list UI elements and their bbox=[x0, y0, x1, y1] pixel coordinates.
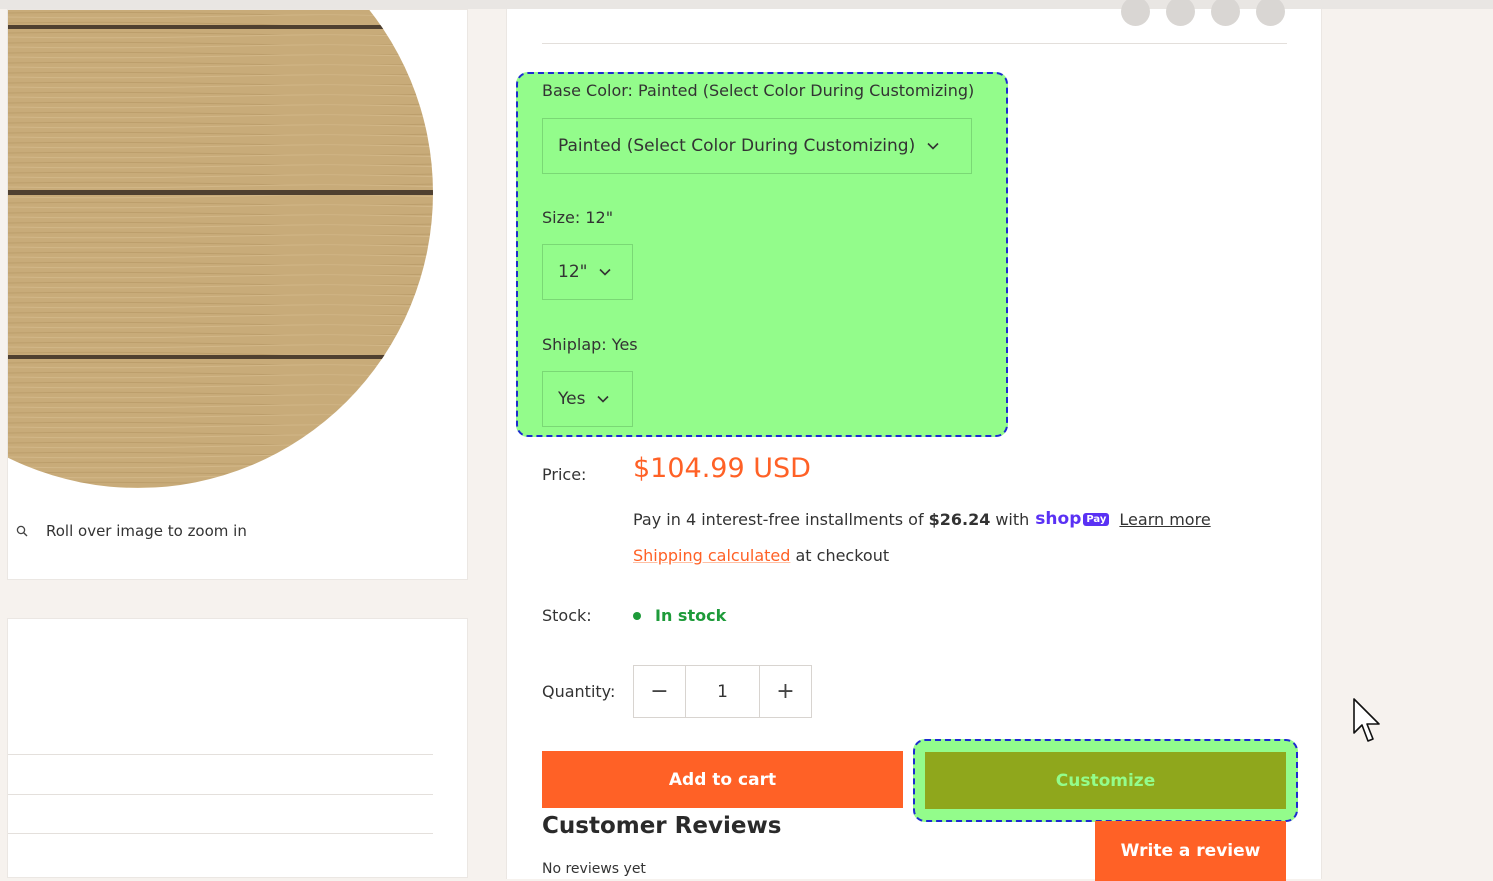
in-stock-dot-icon bbox=[633, 611, 641, 620]
quantity-increase-button[interactable]: + bbox=[760, 666, 811, 717]
size-label: Size: 12" bbox=[542, 208, 614, 227]
write-review-button[interactable]: Write a review bbox=[1095, 821, 1286, 881]
product-form-card: Base Color: Painted (Select Color During… bbox=[506, 0, 1322, 881]
zoom-hint-text: Roll over image to zoom in bbox=[46, 522, 247, 540]
quantity-decrease-button[interactable]: − bbox=[634, 666, 685, 717]
share-buttons bbox=[1121, 0, 1285, 26]
shipping-info: Shipping calculated at checkout bbox=[633, 546, 890, 565]
customize-highlight: Customize bbox=[913, 739, 1298, 822]
share-icon[interactable] bbox=[1121, 0, 1150, 26]
product-info-card bbox=[7, 618, 468, 878]
quantity-stepper: − 1 + bbox=[633, 665, 812, 718]
mouse-cursor-icon bbox=[1353, 698, 1380, 742]
divider bbox=[8, 794, 433, 795]
share-icon[interactable] bbox=[1166, 0, 1195, 26]
base-color-label: Base Color: Painted (Select Color During… bbox=[542, 81, 975, 100]
learn-more-link[interactable]: Learn more bbox=[1119, 510, 1210, 529]
price-label: Price: bbox=[542, 465, 587, 484]
divider bbox=[8, 833, 433, 834]
product-image[interactable] bbox=[8, 10, 468, 490]
customize-button[interactable]: Customize bbox=[925, 752, 1286, 809]
shop-pay-badge: Pay bbox=[1083, 512, 1110, 526]
stock-label: Stock: bbox=[542, 606, 592, 625]
price-value: $104.99 USD bbox=[633, 453, 811, 484]
shiplap-label: Shiplap: Yes bbox=[542, 335, 638, 354]
chevron-down-icon bbox=[927, 142, 939, 150]
share-icon[interactable] bbox=[1211, 0, 1240, 26]
shipping-link[interactable]: Shipping calculated bbox=[633, 546, 790, 565]
stock-status: In stock bbox=[633, 606, 726, 625]
base-color-select[interactable]: Painted (Select Color During Customizing… bbox=[542, 118, 972, 174]
installments-info: Pay in 4 interest-free installments of $… bbox=[633, 509, 1211, 529]
variant-options: Base Color: Painted (Select Color During… bbox=[516, 72, 1008, 437]
share-icon[interactable] bbox=[1256, 0, 1285, 26]
size-select[interactable]: 12" bbox=[542, 244, 633, 300]
shop-pay-logo: shop bbox=[1035, 509, 1082, 529]
divider bbox=[8, 754, 433, 755]
chevron-down-icon bbox=[599, 268, 612, 276]
product-gallery: Roll over image to zoom in bbox=[7, 9, 468, 580]
reviews-title: Customer Reviews bbox=[542, 813, 782, 839]
shiplap-select[interactable]: Yes bbox=[542, 371, 633, 427]
quantity-label: Quantity: bbox=[542, 682, 616, 701]
divider bbox=[542, 43, 1287, 44]
chevron-down-icon bbox=[597, 395, 610, 403]
add-to-cart-button[interactable]: Add to cart bbox=[542, 751, 903, 808]
quantity-input[interactable]: 1 bbox=[685, 666, 760, 717]
reviews-subtitle: No reviews yet bbox=[542, 861, 646, 877]
magnifier-icon bbox=[16, 525, 28, 537]
zoom-hint: Roll over image to zoom in bbox=[16, 522, 247, 540]
